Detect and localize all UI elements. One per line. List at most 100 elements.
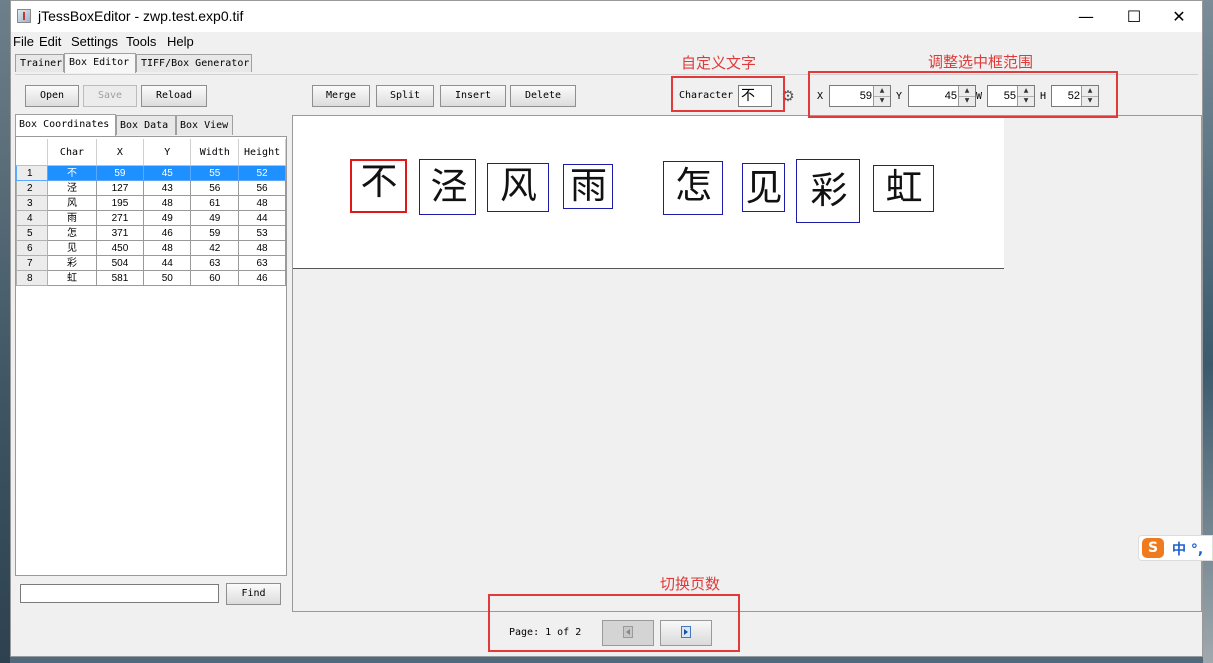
cell-width[interactable]: 56 [190,180,240,196]
cell-width[interactable]: 59 [190,225,240,241]
col-y[interactable]: Y [143,139,192,166]
box-outline[interactable] [873,165,934,212]
cell-x[interactable]: 581 [95,270,145,286]
menu-edit[interactable]: Edit [39,34,61,49]
box-outline[interactable] [742,163,785,212]
row-number: 5 [15,225,49,241]
tab-box-view[interactable]: Box View [176,115,233,135]
cell-char[interactable]: 不 [47,165,97,181]
table-row[interactable]: 1 不 59 45 55 52 [15,165,286,181]
cell-width[interactable]: 55 [190,165,240,181]
box-outline[interactable] [663,161,723,215]
row-number: 1 [15,165,49,181]
ime-mode[interactable]: 中 °, [1172,539,1203,559]
table-row[interactable]: 7 彩 504 44 63 63 [15,255,286,271]
desktop-background-right [1203,0,1213,663]
cell-y[interactable]: 43 [143,180,192,196]
cell-char[interactable]: 虹 [47,270,97,286]
cell-height[interactable]: 53 [238,225,286,241]
tab-tiff-box-generator[interactable]: TIFF/Box Generator [136,54,252,72]
menu-help[interactable]: Help [167,34,194,49]
cell-y[interactable]: 48 [143,195,192,211]
col-height[interactable]: Height [238,139,286,166]
cell-char[interactable]: 彩 [47,255,97,271]
col-x[interactable]: X [96,139,145,166]
box-outline[interactable] [419,159,476,215]
tab-trainer[interactable]: Trainer [15,54,64,72]
cell-width[interactable]: 42 [190,240,240,256]
find-input[interactable] [20,584,219,603]
cell-x[interactable]: 271 [95,210,145,226]
save-button[interactable]: Save [83,85,137,107]
cell-x[interactable]: 504 [95,255,145,271]
cell-x[interactable]: 371 [95,225,145,241]
split-button[interactable]: Split [376,85,434,107]
cell-x[interactable]: 450 [95,240,145,256]
menu-settings[interactable]: Settings [71,34,118,49]
cell-height[interactable]: 46 [238,270,286,286]
maximize-button[interactable]: ☐ [1111,1,1157,32]
find-button[interactable]: Find [226,583,281,605]
col-char[interactable]: Char [47,139,97,166]
minimize-button[interactable]: — [1063,1,1109,32]
cell-y[interactable]: 49 [143,210,192,226]
table-row[interactable]: 4 雨 271 49 49 44 [15,210,286,226]
tab-box-data[interactable]: Box Data [116,115,176,135]
cell-y[interactable]: 48 [143,240,192,256]
table-row[interactable]: 5 怎 371 46 59 53 [15,225,286,241]
cell-width[interactable]: 63 [190,255,240,271]
cell-width[interactable]: 61 [190,195,240,211]
close-button[interactable]: ✕ [1156,1,1202,32]
cell-height[interactable]: 48 [238,195,286,211]
annotation-coordinates-highlight [808,71,1118,118]
cell-y[interactable]: 44 [143,255,192,271]
cell-height[interactable]: 56 [238,180,286,196]
cell-char[interactable]: 风 [47,195,97,211]
merge-button[interactable]: Merge [312,85,370,107]
table-row[interactable]: 2 泾 127 43 56 56 [15,180,286,196]
cell-char[interactable]: 怎 [47,225,97,241]
cell-char[interactable]: 见 [47,240,97,256]
title-bar[interactable]: jTessBoxEditor - zwp.test.exp0.tif — ☐ ✕ [11,1,1202,32]
image-page[interactable]: 不 泾 风 雨 怎 见 彩 虹 [293,116,1004,269]
cell-height[interactable]: 48 [238,240,286,256]
cell-width[interactable]: 60 [190,270,240,286]
cell-height[interactable]: 63 [238,255,286,271]
cell-x[interactable]: 59 [95,165,145,181]
cell-x[interactable]: 195 [95,195,145,211]
row-header-corner [16,139,49,166]
table-row[interactable]: 6 见 450 48 42 48 [15,240,286,256]
table-row[interactable]: 8 虹 581 50 60 46 [15,270,286,286]
menu-tools[interactable]: Tools [126,34,156,49]
tab-box-coordinates[interactable]: Box Coordinates [15,114,116,136]
cell-height[interactable]: 52 [238,165,286,181]
open-button[interactable]: Open [25,85,79,107]
insert-button[interactable]: Insert [440,85,506,107]
box-outline[interactable] [796,159,860,223]
cell-char[interactable]: 泾 [47,180,97,196]
table-row[interactable]: 3 风 195 48 61 48 [15,195,286,211]
box-selected[interactable] [350,159,407,213]
cell-width[interactable]: 49 [190,210,240,226]
image-canvas[interactable]: 不 泾 风 雨 怎 见 彩 虹 [292,115,1202,612]
cell-char[interactable]: 雨 [47,210,97,226]
delete-button[interactable]: Delete [510,85,576,107]
cell-y[interactable]: 46 [143,225,192,241]
annotation-character-highlight [671,76,785,112]
cell-height[interactable]: 44 [238,210,286,226]
annotation-pager-highlight [488,594,740,652]
sogou-logo-icon: S [1142,538,1164,558]
reload-button[interactable]: Reload [141,85,207,107]
row-number: 7 [15,255,49,271]
ime-toolbar[interactable]: S 中 °, [1138,535,1213,561]
cell-x[interactable]: 127 [95,180,145,196]
tab-box-editor[interactable]: Box Editor [64,53,136,73]
col-width[interactable]: Width [190,139,240,166]
menu-file[interactable]: File [13,34,34,49]
row-number: 6 [15,240,49,256]
box-outline[interactable] [563,164,613,209]
box-outline[interactable] [487,163,549,212]
cell-y[interactable]: 45 [143,165,192,181]
cell-y[interactable]: 50 [143,270,192,286]
row-number: 2 [15,180,49,196]
